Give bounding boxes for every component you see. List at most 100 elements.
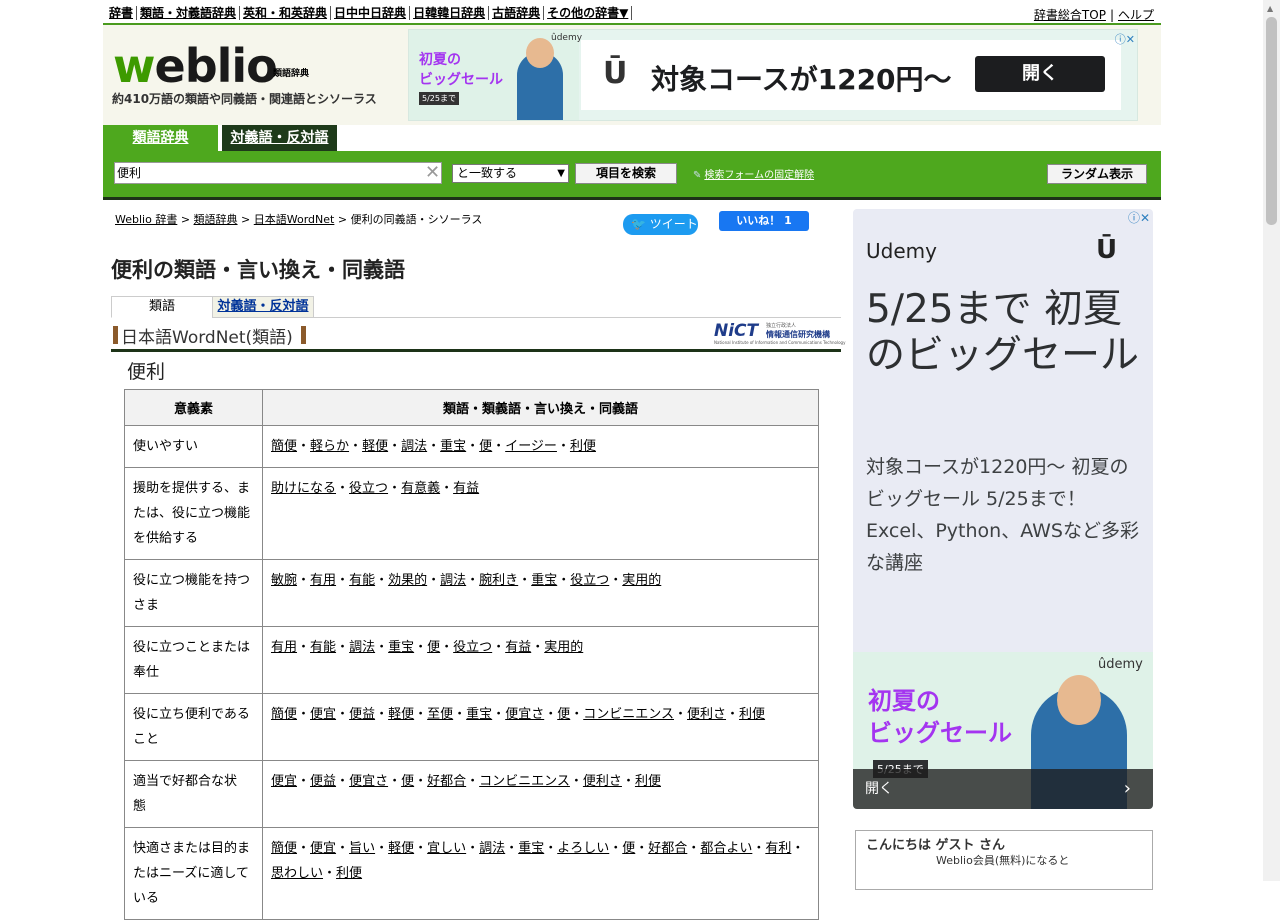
nict-logo[interactable]: NiCT 独立行政法人 情報通信研究機構 National Institute … — [714, 321, 845, 345]
synonym-link[interactable]: 実用的 — [622, 573, 661, 588]
synonym-link[interactable]: 利便 — [635, 774, 661, 789]
breadcrumb-thesaurus[interactable]: 類語辞典 — [194, 213, 238, 226]
synonym-link[interactable]: 便宜さ — [349, 774, 388, 789]
synonym-link[interactable]: 便 — [557, 707, 570, 722]
ad-open-button[interactable]: 開く — [975, 56, 1105, 92]
synonym-link[interactable]: 軽便 — [388, 707, 414, 722]
register-link[interactable]: Weblio会員(無料)になると — [936, 852, 1069, 868]
nav-item-dictionary[interactable]: 辞書 — [106, 6, 138, 20]
nav-item-other-dropdown[interactable]: その他の辞書▼ — [544, 6, 633, 20]
banner-advertisement[interactable]: 初夏の ビッグセール 5/25まで ûdemy Ū 対象コースが1220円〜 開く… — [408, 29, 1138, 121]
synonym-link[interactable]: 便益 — [349, 707, 375, 722]
search-input[interactable]: 便利 — [114, 162, 442, 184]
breadcrumb-weblio[interactable]: Weblio 辞書 — [115, 213, 177, 226]
synonym-link[interactable]: 腕利き — [479, 573, 518, 588]
synonym-link[interactable]: 有利 — [765, 841, 791, 856]
random-button[interactable]: ランダム表示 — [1047, 164, 1147, 184]
synonym-link[interactable]: 重宝 — [518, 841, 544, 856]
synonym-link[interactable]: 便 — [401, 774, 414, 789]
synonym-link[interactable]: コンビニエンス — [479, 774, 570, 789]
synonym-link[interactable]: 敏腕 — [271, 573, 297, 588]
synonym-link[interactable]: 効果的 — [388, 573, 427, 588]
unfix-search-form-link[interactable]: ✎ 検索フォームの固定解除 — [693, 166, 814, 181]
synonym-link[interactable]: 旨い — [349, 841, 375, 856]
ad-close-icon[interactable]: ⓘ✕ — [1115, 31, 1135, 47]
synonym-link[interactable]: 好都合 — [648, 841, 687, 856]
synonym-link[interactable]: 簡便 — [271, 707, 297, 722]
synonym-link[interactable]: 有益 — [505, 640, 531, 655]
synonym-link[interactable]: 便利さ — [583, 774, 622, 789]
scrollbar-thumb[interactable] — [1266, 17, 1277, 225]
synonym-link[interactable]: 利便 — [336, 866, 362, 881]
synonym-link[interactable]: 重宝 — [466, 707, 492, 722]
synonym-link[interactable]: 調法 — [440, 573, 466, 588]
synonym-link[interactable]: 有能 — [310, 640, 336, 655]
tab-antonyms[interactable]: 対義語・反対語 — [222, 125, 337, 151]
synonym-link[interactable]: 便宜 — [310, 841, 336, 856]
tab-synonyms[interactable]: 類語辞典 — [103, 125, 218, 151]
synonym-link[interactable]: 役立つ — [349, 481, 388, 496]
synonym-link[interactable]: 実用的 — [544, 640, 583, 655]
sidebar-advertisement[interactable]: Udemy Ū 5/25まで 初夏のビッグセール 対象コースが1220円〜 初夏… — [853, 209, 1153, 809]
synonym-link[interactable]: 有益 — [453, 481, 479, 496]
clear-icon[interactable]: ✕ — [425, 162, 440, 184]
weblio-logo[interactable]: weblio — [113, 43, 278, 89]
synonym-link[interactable]: イージー — [505, 439, 557, 454]
synonym-link[interactable]: 重宝 — [388, 640, 414, 655]
nav-item-classical[interactable]: 古語辞典 — [489, 6, 545, 20]
synonym-link[interactable]: 軽便 — [362, 439, 388, 454]
nav-item-english[interactable]: 英和・和英辞典 — [240, 6, 332, 20]
synonym-link[interactable]: 利便 — [570, 439, 596, 454]
nav-item-chinese[interactable]: 日中中日辞典 — [331, 6, 411, 20]
synonym-link[interactable]: 至便 — [427, 707, 453, 722]
synonym-link[interactable]: 便宜 — [310, 707, 336, 722]
synonym-link[interactable]: 好都合 — [427, 774, 466, 789]
synonym-link[interactable]: 有意義 — [401, 481, 440, 496]
synonym-link[interactable]: 軽便 — [388, 841, 414, 856]
ad-open-bar[interactable]: 開く › — [853, 769, 1153, 809]
match-mode-select[interactable]: と一致する ▼ — [452, 164, 569, 183]
synonym-link[interactable]: 重宝 — [531, 573, 557, 588]
synonym-link[interactable]: 便宜さ — [505, 707, 544, 722]
nav-item-thesaurus[interactable]: 類語・対義語辞典 — [137, 6, 241, 20]
subtab-synonyms[interactable]: 類語 — [111, 296, 213, 318]
synonym-link[interactable]: 利便 — [739, 707, 765, 722]
synonym-link[interactable]: 軽らか — [310, 439, 349, 454]
nav-item-korean[interactable]: 日韓韓日辞典 — [410, 6, 490, 20]
synonym-link[interactable]: 簡便 — [271, 841, 297, 856]
synonym-link[interactable]: 便 — [622, 841, 635, 856]
synonym-link[interactable]: 助けになる — [271, 481, 336, 496]
synonym-link[interactable]: 有能 — [349, 573, 375, 588]
vertical-scrollbar[interactable]: ▲ — [1263, 0, 1280, 881]
ad-close-icon[interactable]: ⓘ✕ — [1128, 209, 1150, 226]
tweet-button[interactable]: 🐦 ツイート — [623, 214, 698, 235]
subtab-antonyms[interactable]: 対義語・反対語 — [212, 296, 314, 318]
synonym-link[interactable]: 便 — [479, 439, 492, 454]
synonyms-cell: 敏腕・有用・有能・効果的・調法・腕利き・重宝・役立つ・実用的 — [262, 559, 819, 627]
synonym-link[interactable]: 調法 — [479, 841, 505, 856]
dictionary-top-link[interactable]: 辞書総合TOP — [1030, 8, 1110, 22]
scroll-up-icon[interactable]: ▲ — [1267, 4, 1273, 13]
synonym-link[interactable]: 思わしい — [271, 866, 323, 881]
breadcrumb-wordnet[interactable]: 日本語WordNet — [254, 213, 335, 226]
facebook-like-button[interactable]: いいね！ 1 — [719, 211, 809, 231]
synonym-link[interactable]: 調法 — [349, 640, 375, 655]
synonym-link[interactable]: 重宝 — [440, 439, 466, 454]
help-link[interactable]: ヘルプ — [1114, 8, 1158, 22]
synonym-link[interactable]: 役立つ — [453, 640, 492, 655]
synonym-link[interactable]: 便宜 — [271, 774, 297, 789]
synonym-link[interactable]: 調法 — [401, 439, 427, 454]
synonym-link[interactable]: 有用 — [271, 640, 297, 655]
synonym-link[interactable]: 便利さ — [687, 707, 726, 722]
search-button[interactable]: 項目を検索 — [575, 163, 677, 184]
synonym-link[interactable]: 便 — [427, 640, 440, 655]
synonyms-cell: 簡便・便宜・旨い・軽便・宜しい・調法・重宝・よろしい・便・好都合・都合よい・有利… — [262, 827, 819, 920]
synonym-link[interactable]: 有用 — [310, 573, 336, 588]
synonym-link[interactable]: 役立つ — [570, 573, 609, 588]
synonym-link[interactable]: 便益 — [310, 774, 336, 789]
synonym-link[interactable]: 宜しい — [427, 841, 466, 856]
synonym-link[interactable]: 簡便 — [271, 439, 297, 454]
synonym-link[interactable]: 都合よい — [700, 841, 752, 856]
synonym-link[interactable]: コンビニエンス — [583, 707, 674, 722]
synonym-link[interactable]: よろしい — [557, 841, 609, 856]
